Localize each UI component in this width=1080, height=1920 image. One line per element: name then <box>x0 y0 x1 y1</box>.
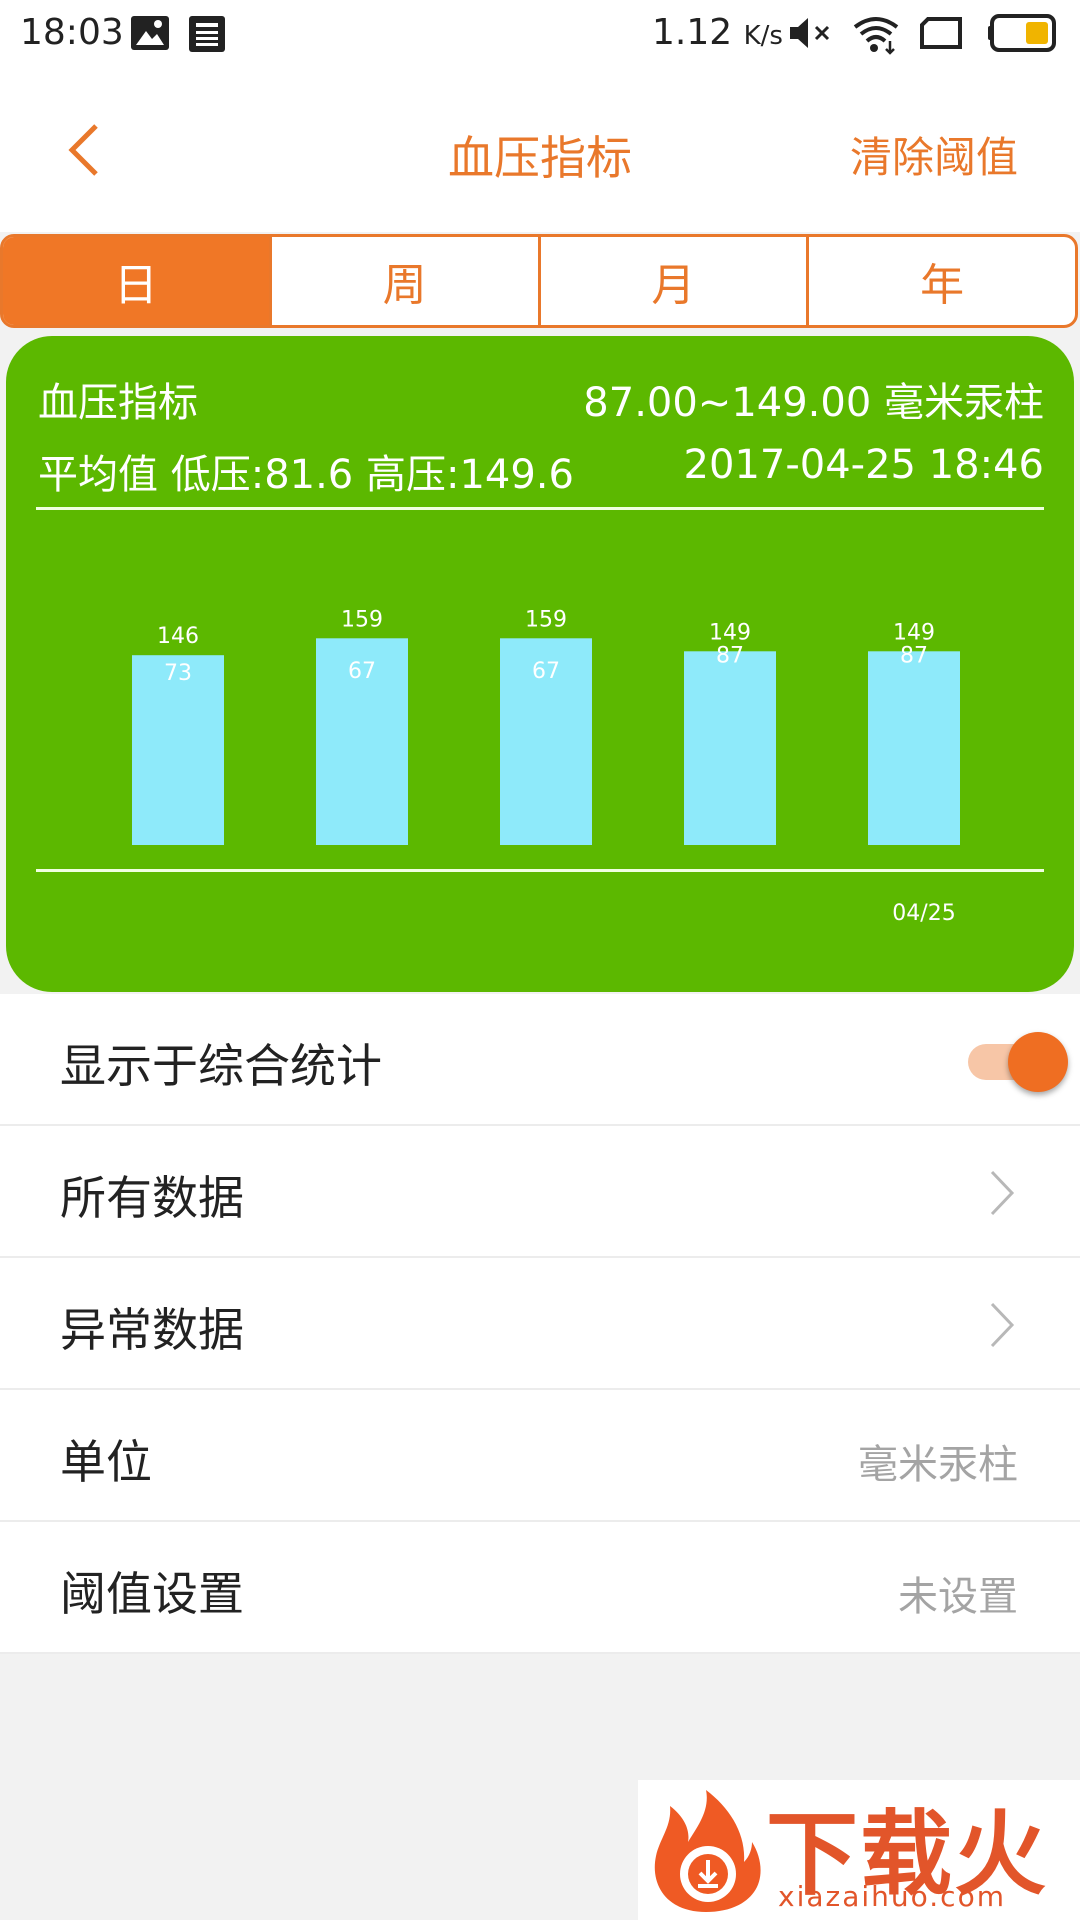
bar-high-label-0: 146 <box>157 624 199 649</box>
all-data-row[interactable]: 所有数据 <box>0 1126 1080 1258</box>
unit-label: 单位 <box>60 1435 152 1489</box>
watermark-url: xiazaihuo.com <box>778 1880 1006 1913</box>
tab-day[interactable]: 日 <box>3 237 269 325</box>
bar-low-label-1: 67 <box>348 659 376 684</box>
tab-week[interactable]: 周 <box>268 237 538 325</box>
x-tick-label-4: 04/25 <box>892 901 955 926</box>
abnormal-data-row[interactable]: 异常数据 <box>0 1258 1080 1390</box>
threshold-label: 阈值设置 <box>60 1567 244 1621</box>
news-notification-icon <box>189 16 225 52</box>
tab-month[interactable]: 月 <box>537 237 807 325</box>
screen: 18:03 1.12 K/s 血压指标 清除阈值 日 周 月 年 血压指标 87… <box>0 0 1080 1920</box>
bar-high-label-2: 159 <box>525 607 567 632</box>
unit-value: 毫米汞柱 <box>858 1442 1018 1488</box>
mute-icon <box>790 18 830 48</box>
flame-logo-icon <box>654 1790 761 1912</box>
bar-low-label-3: 87 <box>716 643 744 668</box>
threshold-row[interactable]: 阈值设置 未设置 <box>0 1522 1080 1654</box>
unit-row[interactable]: 单位 毫米汞柱 <box>0 1390 1080 1522</box>
wifi-icon <box>853 17 899 55</box>
threshold-value: 未设置 <box>898 1574 1018 1620</box>
bar-3 <box>684 651 776 845</box>
screen-rotate-icon <box>920 17 962 49</box>
watermark: 下载火 xiazaihuo.com <box>638 1780 1080 1920</box>
bar-high-label-4: 149 <box>893 620 935 645</box>
battery-icon <box>988 14 1056 52</box>
bar-high-label-3: 149 <box>709 620 751 645</box>
show-in-stats-label: 显示于综合统计 <box>60 1039 382 1093</box>
tab-year[interactable]: 年 <box>806 237 1075 325</box>
settings-list: 显示于综合统计 所有数据 异常数据 单位 毫米汞柱 阈值设置 未设置 <box>0 994 1080 1654</box>
clear-threshold-button[interactable]: 清除阈值 <box>850 124 1018 185</box>
network-speed: 1.12 K/s <box>652 12 783 53</box>
all-data-label: 所有数据 <box>60 1171 244 1225</box>
header: 血压指标 清除阈值 <box>0 66 1080 232</box>
bar-low-label-0: 73 <box>164 661 192 686</box>
chart-card: 血压指标 87.00~149.00 毫米汞柱 平均值 低压:81.6 高压:14… <box>6 336 1074 992</box>
image-notification-icon <box>131 16 169 50</box>
network-speed-unit: K/s <box>743 21 783 51</box>
show-in-stats-toggle[interactable] <box>968 1030 1068 1092</box>
period-tabs: 日 周 月 年 <box>0 234 1078 328</box>
abnormal-data-label: 异常数据 <box>60 1303 244 1357</box>
toggle-knob <box>1008 1032 1068 1092</box>
chevron-right-icon <box>990 1302 1015 1348</box>
bp-bar-chart: 146731596715967149871498704/25 <box>132 607 960 926</box>
bar-low-label-2: 67 <box>532 659 560 684</box>
status-bar: 18:03 1.12 K/s <box>0 0 1080 66</box>
show-in-stats-row: 显示于综合统计 <box>0 994 1080 1126</box>
chevron-right-icon <box>990 1170 1015 1216</box>
bar-low-label-4: 87 <box>900 643 928 668</box>
bar-high-label-1: 159 <box>341 607 383 632</box>
status-time: 18:03 <box>20 12 124 53</box>
bar-4 <box>868 651 960 845</box>
